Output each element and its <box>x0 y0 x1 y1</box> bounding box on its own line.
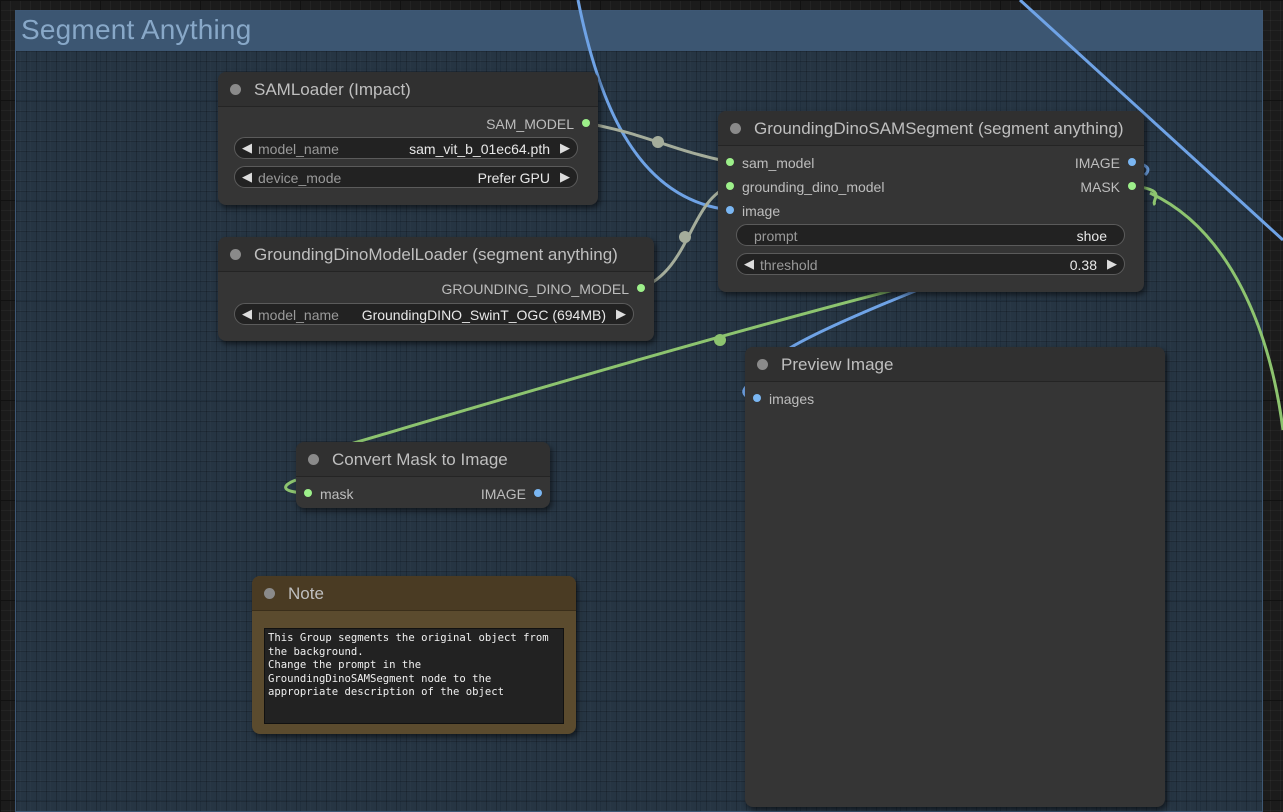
collapse-dot[interactable] <box>308 454 319 465</box>
output-label-grounding-dino-model: GROUNDING_DINO_MODEL <box>441 281 629 297</box>
input-slot-grounding-dino-model[interactable] <box>726 182 734 190</box>
input-label-sam-model: sam_model <box>742 155 815 171</box>
collapse-dot[interactable] <box>730 123 741 134</box>
node-title-bar[interactable]: SAMLoader (Impact) <box>218 72 598 107</box>
node-title: GroundingDinoSAMSegment (segment anythin… <box>754 119 1124 138</box>
output-label-mask: MASK <box>1080 179 1120 195</box>
node-title: SAMLoader (Impact) <box>254 80 411 99</box>
input-slot-images[interactable] <box>753 394 761 402</box>
widget-prompt[interactable]: prompt shoe <box>736 224 1125 246</box>
output-slot-image[interactable] <box>1128 158 1136 166</box>
widget-dino-model-name[interactable]: ◀ model_name GroundingDINO_SwinT_OGC (69… <box>234 303 634 325</box>
output-label-sam-model: SAM_MODEL <box>486 116 574 132</box>
widget-threshold[interactable]: ◀ threshold 0.38 ▶ <box>736 253 1125 275</box>
output-slot-sam-model[interactable] <box>582 119 590 127</box>
node-note[interactable]: Note This Group segments the original ob… <box>252 576 576 734</box>
output-slot-image[interactable] <box>534 489 542 497</box>
link-midpoint-sam[interactable] <box>652 136 664 148</box>
node-title: Convert Mask to Image <box>332 450 508 469</box>
node-preview-image[interactable]: Preview Image images <box>745 347 1165 807</box>
node-title-bar[interactable]: GroundingDinoSAMSegment (segment anythin… <box>718 111 1144 146</box>
decrement-arrow-icon[interactable]: ◀ <box>242 140 252 156</box>
increment-arrow-icon[interactable]: ▶ <box>560 169 570 185</box>
decrement-arrow-icon[interactable]: ◀ <box>242 306 252 322</box>
link-midpoint-dino[interactable] <box>679 231 691 243</box>
collapse-dot[interactable] <box>757 359 768 370</box>
link-mask-offscreen[interactable] <box>1149 191 1283 431</box>
increment-arrow-icon[interactable]: ▶ <box>1107 256 1117 272</box>
collapse-dot[interactable] <box>230 249 241 260</box>
link-image-to-segment[interactable] <box>576 0 731 212</box>
node-title-bar[interactable]: GroundingDinoModelLoader (segment anythi… <box>218 237 654 272</box>
note-textarea[interactable]: This Group segments the original object … <box>264 628 564 724</box>
output-slot-grounding-dino-model[interactable] <box>637 284 645 292</box>
node-title: GroundingDinoModelLoader (segment anythi… <box>254 245 618 264</box>
link-midpoint-mask[interactable] <box>714 334 726 346</box>
decrement-arrow-icon[interactable]: ◀ <box>744 256 754 272</box>
widget-model-name[interactable]: ◀ model_name sam_vit_b_01ec64.pth ▶ <box>234 137 578 159</box>
node-grounding-dino-loader[interactable]: GroundingDinoModelLoader (segment anythi… <box>218 237 654 341</box>
node-title: Note <box>288 584 324 603</box>
increment-arrow-icon[interactable]: ▶ <box>560 140 570 156</box>
input-label-image: image <box>742 203 781 219</box>
node-convert-mask-to-image[interactable]: Convert Mask to Image mask IMAGE <box>296 442 550 508</box>
node-title-bar[interactable]: Preview Image <box>745 347 1165 382</box>
node-title-bar[interactable]: Convert Mask to Image <box>296 442 550 477</box>
decrement-arrow-icon[interactable]: ◀ <box>242 169 252 185</box>
node-title: Preview Image <box>781 355 894 374</box>
input-label-mask: mask <box>320 486 354 502</box>
link-image-to-preview[interactable] <box>789 283 931 350</box>
collapse-dot[interactable] <box>264 588 275 599</box>
increment-arrow-icon[interactable]: ▶ <box>616 306 626 322</box>
widget-device-mode[interactable]: ◀ device_mode Prefer GPU ▶ <box>234 166 578 188</box>
input-slot-image[interactable] <box>726 206 734 214</box>
output-label-image: IMAGE <box>480 486 526 502</box>
node-title-bar[interactable]: Note <box>252 576 576 611</box>
output-slot-mask[interactable] <box>1128 182 1136 190</box>
input-slot-sam-model[interactable] <box>726 158 734 166</box>
output-label-image: IMAGE <box>1074 155 1120 171</box>
node-sam-loader[interactable]: SAMLoader (Impact) SAM_MODEL ◀ model_nam… <box>218 72 598 205</box>
collapse-dot[interactable] <box>230 84 241 95</box>
input-label-images: images <box>769 391 815 407</box>
node-grounding-dino-sam-segment[interactable]: GroundingDinoSAMSegment (segment anythin… <box>718 111 1144 292</box>
input-slot-mask[interactable] <box>304 489 312 497</box>
input-label-grounding-dino-model: grounding_dino_model <box>742 179 885 195</box>
